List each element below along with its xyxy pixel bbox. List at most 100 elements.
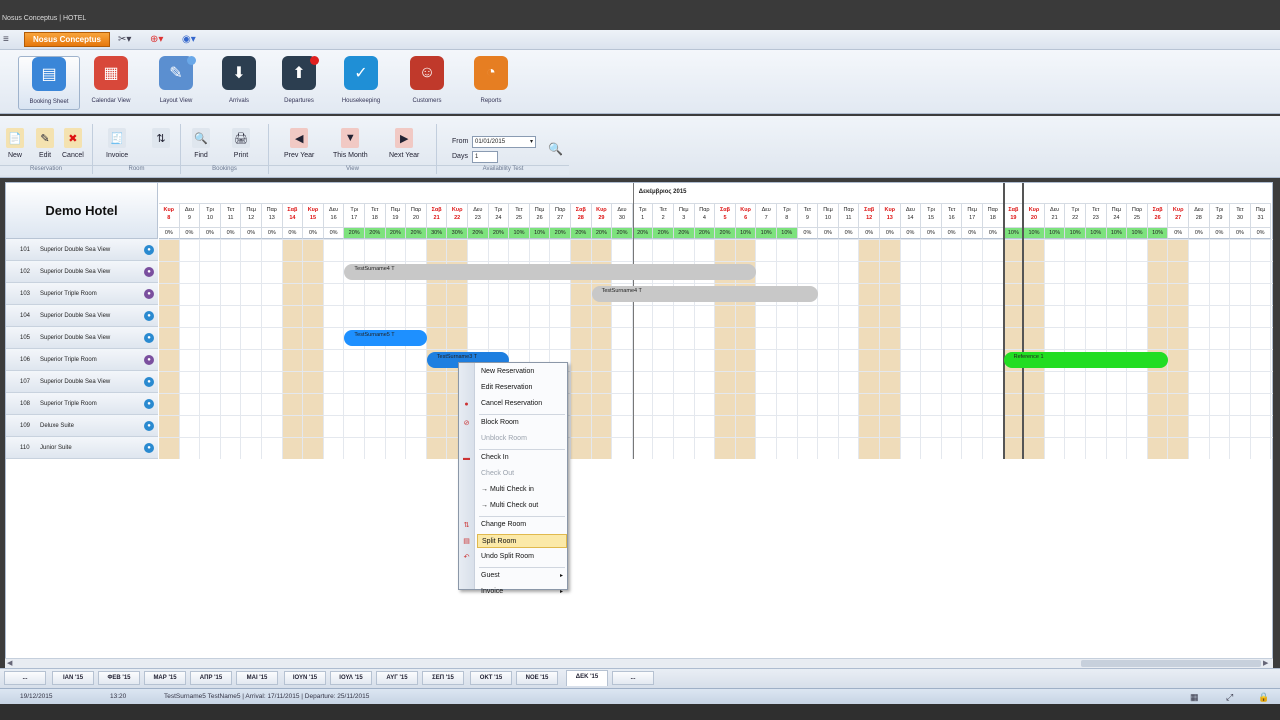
menu-item[interactable]: Guest ▸: [477, 569, 567, 583]
day-header[interactable]: Πεμ 10: [818, 203, 839, 227]
month-tab[interactable]: ΣΕΠ '15: [422, 671, 464, 685]
day-header[interactable]: Παρ 4: [694, 203, 716, 227]
new-button[interactable]: 📄 New: [6, 128, 24, 159]
day-header[interactable]: Κυρ 29: [591, 203, 613, 227]
day-header[interactable]: Παρ 25: [1127, 203, 1148, 227]
day-header[interactable]: Τρι 1: [632, 203, 654, 227]
day-header[interactable]: Τρι 10: [200, 203, 221, 227]
day-header[interactable]: Τετ 2: [653, 203, 674, 227]
day-header[interactable]: Κυρ 20: [1024, 203, 1045, 227]
menu-item[interactable]: → Multi Check in: [477, 483, 567, 497]
day-header[interactable]: Πεμ 26: [529, 203, 551, 227]
availability-search-icon[interactable]: 🔍: [548, 142, 563, 156]
reservation-bar[interactable]: TestSurname4 T: [344, 264, 757, 280]
tools-icon[interactable]: ✂▾: [118, 33, 144, 46]
menu-item[interactable]: Undo Split Room: [477, 550, 567, 564]
prev-year-button[interactable]: ◀ Prev Year: [284, 128, 314, 159]
room-status-icon[interactable]: ●: [144, 443, 154, 453]
scroll-right-icon[interactable]: ▶: [1263, 659, 1268, 667]
day-header[interactable]: Κυρ 8: [159, 203, 180, 227]
reservation-bar[interactable]: Reference 1: [1003, 352, 1169, 368]
from-date-field[interactable]: 01/01/2015 ▾: [472, 136, 536, 148]
month-tab[interactable]: ...: [4, 671, 46, 685]
ribbon-button-reports[interactable]: ◔ Reports: [460, 56, 522, 110]
print-button[interactable]: 🖨 Print: [232, 128, 250, 159]
ribbon-button-departures[interactable]: ⬆ Departures: [268, 56, 330, 110]
day-header[interactable]: Παρ 11: [838, 203, 860, 227]
globe-icon[interactable]: ◉▾: [182, 33, 208, 46]
expand-icon[interactable]: ⤢: [1226, 690, 1233, 705]
room-row[interactable]: 107 Superior Double Sea View ●: [6, 371, 158, 393]
menu-item[interactable]: Change Room: [477, 518, 567, 532]
day-header[interactable]: Δευ 28: [1189, 203, 1210, 227]
month-tab[interactable]: ΜΑΡ '15: [144, 671, 186, 685]
day-header[interactable]: Πεμ 17: [962, 203, 983, 227]
day-header[interactable]: Τετ 23: [1086, 203, 1107, 227]
day-header[interactable]: Πεμ 31: [1250, 203, 1272, 227]
day-header[interactable]: Τρι 15: [921, 203, 942, 227]
menu-item[interactable]: Cancel Reservation: [477, 397, 567, 411]
menu-item[interactable]: Edit Reservation: [477, 381, 567, 395]
app-button[interactable]: Nosus Conceptus: [24, 32, 110, 47]
day-header[interactable]: Δευ 9: [179, 203, 201, 227]
day-header[interactable]: Πεμ 12: [241, 203, 262, 227]
room-move-button[interactable]: ⇅: [152, 128, 170, 152]
room-row[interactable]: 101 Superior Double Sea View ●: [6, 239, 158, 261]
menu-item[interactable]: Invoice ▸: [477, 585, 567, 599]
day-header[interactable]: Τετ 25: [509, 203, 530, 227]
day-header[interactable]: Τετ 9: [797, 203, 819, 227]
day-header[interactable]: Δευ 7: [756, 203, 777, 227]
day-header[interactable]: Τρι 22: [1065, 203, 1086, 227]
day-header[interactable]: Σαβ 14: [282, 203, 304, 227]
menu-item[interactable]: Split Room: [477, 534, 567, 548]
day-header[interactable]: Τρι 17: [344, 203, 365, 227]
menu-item[interactable]: New Reservation: [477, 365, 567, 379]
next-year-button[interactable]: ▶ Next Year: [389, 128, 419, 159]
month-tab[interactable]: ΝΟΕ '15: [516, 671, 558, 685]
find-button[interactable]: 🔍 Find: [192, 128, 210, 159]
month-tab[interactable]: ΙΑΝ '15: [52, 671, 94, 685]
day-header[interactable]: Τετ 16: [941, 203, 963, 227]
chevron-down-icon[interactable]: ▾: [530, 137, 535, 147]
room-status-icon[interactable]: ●: [144, 267, 154, 277]
room-status-icon[interactable]: ●: [144, 311, 154, 321]
this-month-button[interactable]: ▼ This Month: [333, 128, 368, 159]
month-tab[interactable]: ΟΚΤ '15: [470, 671, 512, 685]
day-header[interactable]: Κυρ 22: [447, 203, 468, 227]
ribbon-button-customers[interactable]: ☺ Customers: [396, 56, 458, 110]
room-row[interactable]: 110 Junior Suite ●: [6, 437, 158, 459]
scrollbar-thumb[interactable]: [1081, 660, 1261, 667]
cancel-button[interactable]: ✖ Cancel: [62, 128, 84, 159]
day-header[interactable]: Τετ 11: [220, 203, 242, 227]
room-status-icon[interactable]: ●: [144, 333, 154, 343]
room-row[interactable]: 104 Superior Double Sea View ●: [6, 305, 158, 327]
day-header[interactable]: Τετ 18: [365, 203, 386, 227]
month-tab[interactable]: ΜΑΙ '15: [236, 671, 278, 685]
day-header[interactable]: Τρι 8: [777, 203, 798, 227]
ribbon-button-booking-sheet[interactable]: ▤ Booking Sheet: [18, 56, 80, 110]
reservation-bar[interactable]: TestSurname4 T: [591, 286, 819, 302]
horizontal-scrollbar[interactable]: ◀ ▶: [5, 658, 1273, 668]
day-header[interactable]: Κυρ 13: [880, 203, 901, 227]
day-header[interactable]: Κυρ 15: [303, 203, 324, 227]
ribbon-button-arrivals[interactable]: ⬇ Arrivals: [208, 56, 270, 110]
month-tab[interactable]: ...: [612, 671, 654, 685]
day-header[interactable]: Κυρ 27: [1168, 203, 1189, 227]
reservation-bar[interactable]: TestSurname5 T: [344, 330, 427, 346]
day-header[interactable]: Σαβ 12: [859, 203, 880, 227]
edit-button[interactable]: ✎ Edit: [36, 128, 54, 159]
room-status-icon[interactable]: ●: [144, 355, 154, 365]
ribbon-button-calendar[interactable]: ▦ Calendar View: [80, 56, 142, 110]
room-row[interactable]: 102 Superior Double Sea View ●: [6, 261, 158, 283]
day-header[interactable]: Παρ 18: [983, 203, 1004, 227]
room-row[interactable]: 108 Superior Triple Room ●: [6, 393, 158, 415]
day-header[interactable]: Σαβ 21: [426, 203, 448, 227]
month-tab[interactable]: ΔΕΚ '15: [566, 670, 608, 686]
month-tab[interactable]: ΑΠΡ '15: [190, 671, 232, 685]
day-header[interactable]: Δευ 16: [323, 203, 345, 227]
day-header[interactable]: Πεμ 19: [385, 203, 407, 227]
day-header[interactable]: Δευ 23: [468, 203, 489, 227]
booking-grid[interactable]: Δεκέμβριος 2015 Κυρ 8 0% Δευ 9 0% Τρι 10 0% Τετ 11…: [159, 183, 1273, 459]
menu-item[interactable]: Unblock Room: [477, 432, 567, 446]
menu-item[interactable]: Check In: [477, 451, 567, 465]
